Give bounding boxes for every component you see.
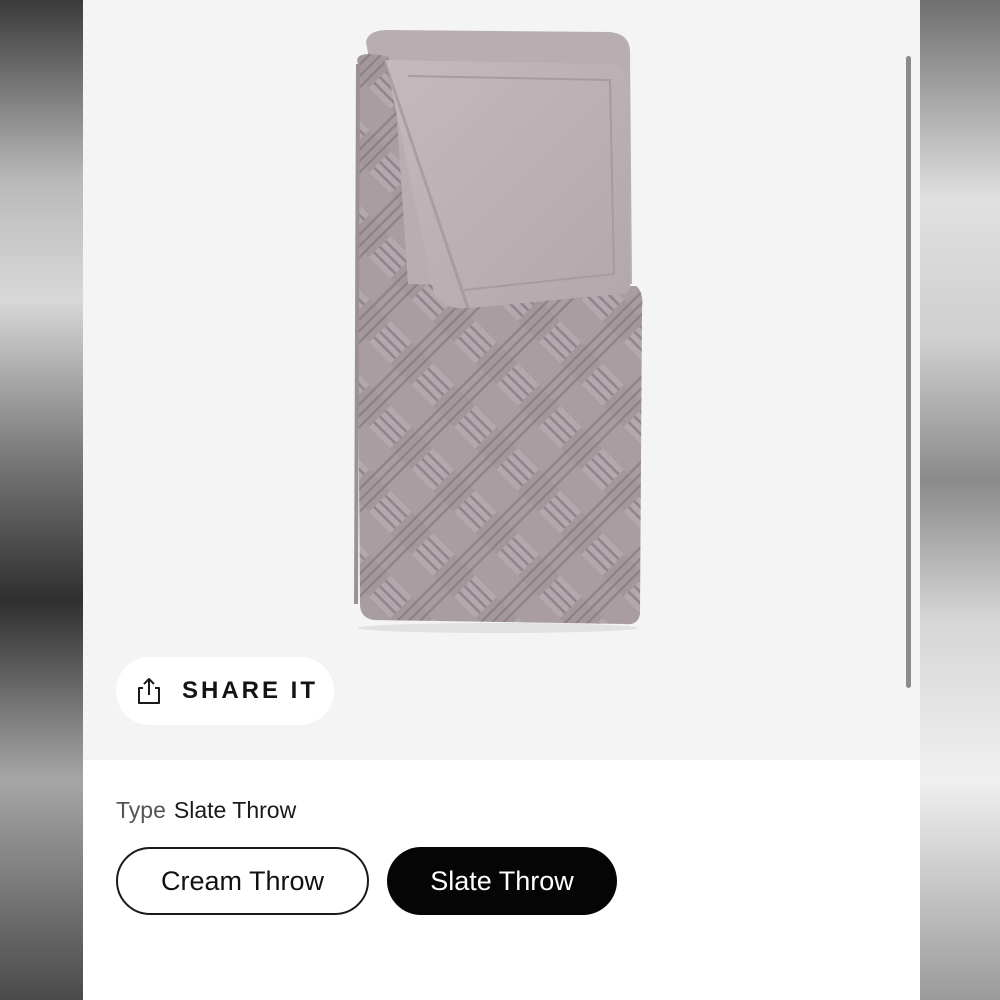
scrollbar[interactable] — [906, 56, 911, 688]
blurred-background-right — [920, 0, 1000, 1000]
variant-type-label: Type — [116, 797, 166, 823]
variant-selected-value: Slate Throw — [173, 797, 297, 823]
share-button[interactable]: SHARE IT — [116, 657, 334, 725]
product-image-slate-throw — [354, 30, 643, 633]
share-button-label: SHARE IT — [182, 677, 319, 704]
option-label: Cream Throw — [160, 865, 325, 896]
blurred-background-left — [0, 0, 83, 1000]
option-label: Slate Throw — [430, 865, 574, 896]
variant-type-row: Type Slate Throw — [116, 797, 296, 824]
option-slate-throw-button[interactable]: Slate Throw — [387, 847, 617, 915]
share-icon — [138, 678, 160, 704]
product-gallery[interactable]: SHARE IT — [83, 0, 920, 760]
product-page: SHARE IT Type Slate Throw Cream Throw Sla… — [83, 0, 920, 1000]
option-cream-throw-button[interactable]: Cream Throw — [116, 847, 369, 915]
